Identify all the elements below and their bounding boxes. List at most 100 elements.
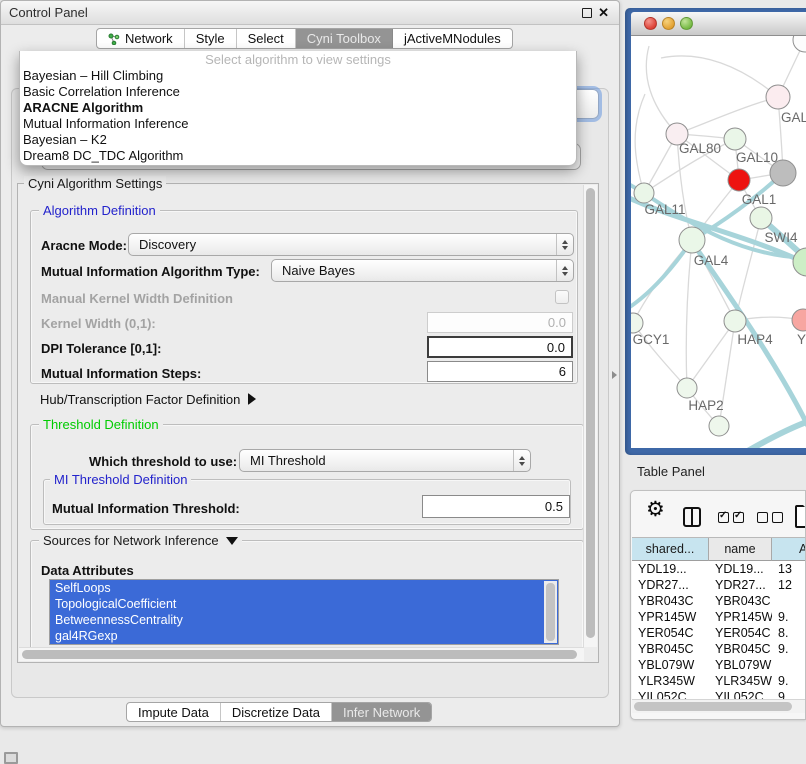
table-row[interactable]: YBR043CYBR043C xyxy=(632,593,806,609)
network-edge[interactable] xyxy=(686,240,692,388)
network-edge[interactable] xyxy=(735,218,761,321)
table-row[interactable]: YDL19...YDL19...13 xyxy=(632,561,806,577)
network-edge[interactable] xyxy=(677,97,778,134)
attribute-item-betweennesscentrality[interactable]: BetweennessCentrality xyxy=(50,612,558,628)
network-edge[interactable] xyxy=(646,46,677,134)
table-horizontal-scrollbar[interactable] xyxy=(632,699,806,713)
network-node[interactable] xyxy=(793,36,806,52)
tab-cyni-toolbox[interactable]: Cyni Toolbox xyxy=(296,29,393,48)
dpi-tolerance-field[interactable] xyxy=(427,336,573,358)
data-attributes-list[interactable]: SelfLoopsTopologicalCoefficientBetweenne… xyxy=(49,579,559,645)
table-row[interactable]: YER054CYER054C8. xyxy=(632,625,806,641)
manual-kernel-label: Manual Kernel Width Definition xyxy=(41,291,233,306)
table-cell: YDR27... xyxy=(709,577,772,593)
network-edge[interactable] xyxy=(739,420,806,448)
network-node-gal4[interactable] xyxy=(679,227,705,253)
manual-kernel-checkbox[interactable] xyxy=(555,290,569,304)
settings-vertical-thumb[interactable] xyxy=(586,188,595,638)
algorithm-option-aracne-algorithm[interactable]: ARACNE Algorithm xyxy=(20,100,576,116)
table-cell: YER054C xyxy=(632,625,709,641)
tab-network[interactable]: Network xyxy=(97,29,185,48)
attribute-item-selfloops[interactable]: SelfLoops xyxy=(50,580,558,596)
settings-horizontal-thumb[interactable] xyxy=(22,650,577,659)
which-threshold-value: MI Threshold xyxy=(240,453,513,468)
algorithm-option-basic-correlation-inference[interactable]: Basic Correlation Inference xyxy=(20,84,576,100)
collapse-down-icon xyxy=(226,537,238,545)
tab-discretize-data[interactable]: Discretize Data xyxy=(221,703,332,721)
network-window-titlebar[interactable] xyxy=(631,12,806,36)
network-edge[interactable] xyxy=(635,94,645,193)
table-cell: 9. xyxy=(772,609,806,625)
network-node-gal11[interactable] xyxy=(634,183,654,203)
close-icon[interactable]: ✕ xyxy=(598,5,609,21)
table-cell: YPR145W xyxy=(632,609,709,625)
tab-infer-network[interactable]: Infer Network xyxy=(332,703,431,721)
which-threshold-select[interactable]: MI Threshold xyxy=(239,449,531,472)
attributes-scrollbar-thumb[interactable] xyxy=(546,583,555,641)
aracne-mode-select[interactable]: Discovery xyxy=(128,233,574,256)
node-attribute-table[interactable]: shared...nameA YDL19...YDL19...13YDR27..… xyxy=(632,537,806,699)
settings-horizontal-scrollbar[interactable] xyxy=(19,647,584,661)
table-row[interactable]: YBL079WYBL079W xyxy=(632,657,806,673)
network-node-gcy1[interactable] xyxy=(631,313,643,333)
algorithm-option-mutual-information-inference[interactable]: Mutual Information Inference xyxy=(20,116,576,132)
mi-type-label: Mutual Information Algorithm Type: xyxy=(41,264,260,279)
table-row[interactable]: YBR045CYBR045C9. xyxy=(632,641,806,657)
algorithm-option-bayesian-hill-climbing[interactable]: Bayesian – Hill Climbing xyxy=(20,68,576,84)
network-node-swi4[interactable] xyxy=(750,207,772,229)
attribute-item-gal4rgexp[interactable]: gal4RGexp xyxy=(50,628,558,644)
tab-style[interactable]: Style xyxy=(185,29,237,48)
algorithm-option-dream8-dc-tdc-algorithm[interactable]: Dream8 DC_TDC Algorithm xyxy=(20,148,576,164)
float-window-icon[interactable] xyxy=(582,8,592,18)
table-row[interactable]: YLR345WYLR345W9. xyxy=(632,673,806,689)
tab-impute-data[interactable]: Impute Data xyxy=(127,703,221,721)
cyni-bottom-tabs: Impute DataDiscretize DataInfer Network xyxy=(126,702,432,722)
mi-threshold-field[interactable] xyxy=(422,495,570,518)
close-traffic-light-icon[interactable] xyxy=(644,17,657,30)
node-label-hap4: HAP4 xyxy=(737,332,773,347)
network-edge[interactable] xyxy=(661,56,778,97)
mi-steps-label: Mutual Information Steps: xyxy=(41,366,201,381)
settings-vertical-scrollbar[interactable] xyxy=(583,185,597,647)
network-node-gal[interactable] xyxy=(766,85,790,109)
sources-group-title[interactable]: Sources for Network Inference xyxy=(39,533,242,548)
tab-jactivemnodules[interactable]: jActiveMNodules xyxy=(393,29,512,48)
column-header-3[interactable]: A xyxy=(772,538,806,561)
network-edge[interactable] xyxy=(687,321,735,388)
network-node-y[interactable] xyxy=(792,309,806,331)
tab-select[interactable]: Select xyxy=(237,29,296,48)
network-node-hap4[interactable] xyxy=(724,310,746,332)
network-node-gal1[interactable] xyxy=(728,169,750,191)
kernel-width-field[interactable] xyxy=(427,312,573,333)
column-layout-icon[interactable] xyxy=(683,507,701,527)
table-horizontal-thumb[interactable] xyxy=(634,702,792,711)
panel-splitter-arrow-icon[interactable] xyxy=(612,371,617,379)
zoom-traffic-light-icon[interactable] xyxy=(680,17,693,30)
mi-type-select[interactable]: Naive Bayes xyxy=(271,259,574,282)
mi-steps-field[interactable] xyxy=(427,361,573,382)
column-header-2[interactable]: name xyxy=(709,538,772,561)
column-header-1[interactable]: shared... xyxy=(632,538,709,561)
network-node-gal10[interactable] xyxy=(724,128,746,150)
table-row[interactable]: YPR145WYPR145W9. xyxy=(632,609,806,625)
table-row[interactable]: YIL052CYIL052C9 xyxy=(632,689,806,699)
deselect-all-icon[interactable] xyxy=(757,512,783,523)
table-row[interactable]: YDR27...YDR27...12 xyxy=(632,577,806,593)
collapsed-panel-icon[interactable] xyxy=(4,752,18,764)
attribute-item-topologicalcoefficient[interactable]: TopologicalCoefficient xyxy=(50,596,558,612)
attributes-scrollbar[interactable] xyxy=(544,581,557,643)
table-cell: YLR345W xyxy=(632,673,709,689)
select-all-icon[interactable] xyxy=(718,512,744,523)
network-edge[interactable] xyxy=(631,240,692,310)
new-table-page-icon[interactable] xyxy=(795,505,806,528)
settings-gear-icon[interactable]: ⚙ xyxy=(646,498,665,522)
network-canvas[interactable]: GALGAL80GAL10GAL1GAL11SWI4GAL4GCY1HAP4YH… xyxy=(631,36,806,448)
hub-definition-toggle[interactable]: Hub/Transcription Factor Definition xyxy=(40,392,256,407)
node-label-gal10: GAL10 xyxy=(736,150,778,165)
node-label-hap2: HAP2 xyxy=(688,398,723,413)
network-node-hap2[interactable] xyxy=(677,378,697,398)
minimize-traffic-light-icon[interactable] xyxy=(662,17,675,30)
algorithm-option-bayesian-k2[interactable]: Bayesian – K2 xyxy=(20,132,576,148)
network-node[interactable] xyxy=(709,416,729,436)
network-edge[interactable] xyxy=(631,182,806,258)
